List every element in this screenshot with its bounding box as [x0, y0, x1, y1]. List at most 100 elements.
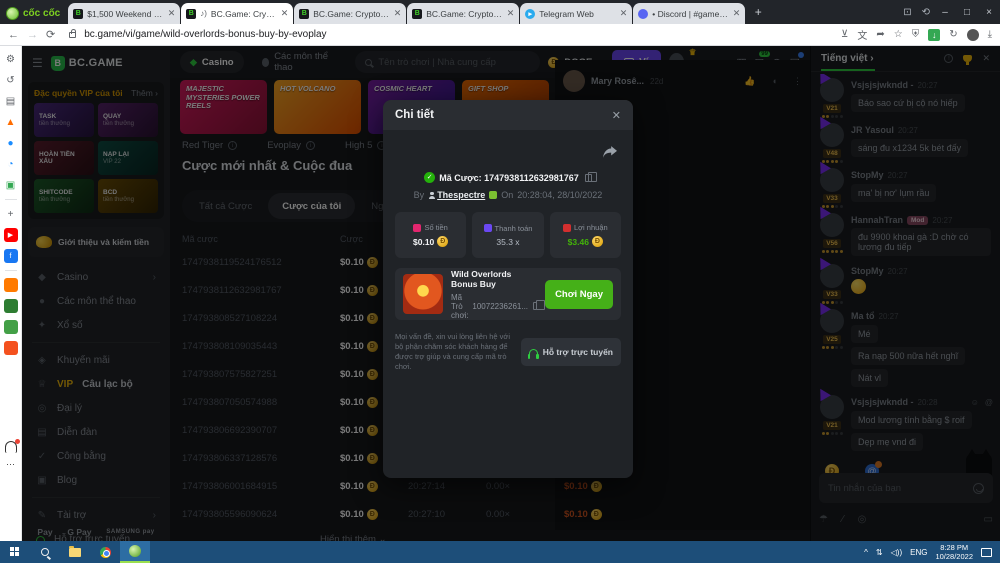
- stat-label-row: Lợi nhuận: [563, 223, 608, 232]
- stat-label: Lợi nhuận: [574, 223, 608, 232]
- bc-favicon: B: [412, 9, 422, 19]
- idm-download-icon[interactable]: ↓: [928, 29, 940, 41]
- coccoc-logo-text: cốc cốc: [23, 8, 60, 19]
- browser-tab[interactable]: BBC.Game: Crypto Casino Gan...✕: [294, 3, 406, 24]
- tab-title: Telegram Web: [539, 9, 615, 19]
- games-icon[interactable]: ▣: [4, 178, 18, 192]
- doge-coin-icon: Ð: [592, 236, 603, 247]
- support-help-text: Mọi vấn đề, xin vui lòng liên hệ với bộ …: [395, 332, 513, 372]
- newsfeed-icon[interactable]: ▤: [4, 94, 18, 108]
- profile-icon[interactable]: [967, 29, 979, 41]
- action-center-icon[interactable]: [981, 548, 992, 557]
- bettor-link[interactable]: Thespectre: [428, 190, 485, 200]
- tab-title: BC.Game: Crypto Casino Gan...: [426, 9, 502, 19]
- webpage-viewport: ☰ B BC.GAME Đặc quyền VIP của tôi Thêm ›…: [22, 46, 1000, 541]
- play-now-button[interactable]: Chơi Ngay: [545, 280, 613, 309]
- modal-header: Chi tiết ✕: [383, 100, 633, 130]
- video-download-icon[interactable]: ⊡: [903, 7, 911, 18]
- taskbar-clock[interactable]: 8:28 PM10/28/2022: [935, 543, 973, 561]
- live-support-button[interactable]: Hỗ trợ trực tuyến: [521, 338, 621, 366]
- stat-số-tiền: Số tiền$0.10 Ð: [395, 212, 466, 258]
- stat-thanh-toán: Thanh toán35.3 x: [472, 212, 543, 258]
- bet-stats: Số tiền$0.10 ÐThanh toán35.3 xLợi nhuận$…: [395, 212, 621, 258]
- tab-title: $1,500 Weekend Evoplay Mu...: [87, 9, 163, 19]
- back-icon[interactable]: ←: [8, 29, 19, 41]
- hot-trends-icon[interactable]: ▲: [4, 115, 18, 129]
- coccoc-logo-icon: [6, 7, 19, 20]
- browser-tab[interactable]: • Discord | #games | BC G... ✕: [633, 3, 745, 24]
- minimize-button[interactable]: –: [934, 7, 956, 18]
- tab-list: B $1,500 Weekend Evoplay Mu... ✕ B ♪) BC.Game…: [68, 0, 746, 24]
- copy-icon[interactable]: [533, 302, 537, 310]
- person-icon: [428, 192, 435, 199]
- translate-icon[interactable]: 文: [857, 27, 867, 42]
- bet-details-modal: Chi tiết ✕ ✓ Mã Cược: 174793811263298176…: [383, 100, 633, 478]
- zalo-icon[interactable]: ◔: [4, 157, 18, 171]
- share-icon[interactable]: ➦: [876, 29, 884, 40]
- coccoc-taskbar-icon[interactable]: [120, 541, 150, 563]
- bet-by-row: By Thespectre On 20:28:04, 28/10/2022: [383, 190, 633, 200]
- save-media-icon[interactable]: ⊻: [841, 29, 848, 40]
- reload-icon[interactable]: ⟳: [46, 28, 55, 41]
- shop-icon[interactable]: [4, 320, 18, 334]
- toolbar-icons: ⊻ 文 ➦ ☆ ⛨ ↓ ↻ ⤓: [841, 27, 992, 42]
- tiki-icon[interactable]: [4, 278, 18, 292]
- close-button[interactable]: ×: [978, 7, 1000, 18]
- tab-close-icon[interactable]: ✕: [733, 8, 741, 19]
- browser-tab[interactable]: B $1,500 Weekend Evoplay Mu... ✕: [68, 3, 180, 24]
- tab-close-icon[interactable]: ✕: [168, 8, 176, 19]
- stat-icon: [413, 224, 421, 232]
- tab-close-icon[interactable]: ✕: [620, 8, 628, 19]
- sync-icon[interactable]: ↻: [949, 29, 957, 40]
- taskbar-search-icon[interactable]: [30, 541, 60, 563]
- tab-title: BC.Game: Crypto Casino: [211, 9, 277, 19]
- browser-tab[interactable]: B♪)BC.Game: Crypto Casino✕: [181, 3, 293, 24]
- bookmark-star-icon[interactable]: ☆: [894, 29, 903, 40]
- game-title: Wild Overlords Bonus Buy: [451, 269, 537, 289]
- maximize-button[interactable]: □: [956, 7, 978, 18]
- browser-extra-controls: ⊡ ⟲: [903, 0, 930, 24]
- tab-close-icon[interactable]: ✕: [507, 8, 515, 19]
- chrome-icon[interactable]: [90, 541, 120, 563]
- facebook-icon[interactable]: f: [4, 249, 18, 263]
- cart-icon[interactable]: [4, 341, 18, 355]
- bet-id-row: ✓ Mã Cược: 1747938112632981767: [383, 172, 633, 183]
- session-restore-icon[interactable]: ⟲: [922, 7, 930, 18]
- settings-icon[interactable]: ⚙: [4, 52, 18, 66]
- language-indicator[interactable]: ENG: [910, 548, 927, 557]
- history-icon[interactable]: ↺: [4, 73, 18, 87]
- more-icon[interactable]: ⋯: [6, 459, 16, 470]
- system-tray: ^ ⇅ ◁)) ENG 8:28 PM10/28/2022: [864, 543, 1000, 561]
- gift-shop-icon[interactable]: [4, 299, 18, 313]
- game-thumbnail[interactable]: [403, 274, 443, 314]
- strip-bottom: ⋯: [0, 441, 22, 563]
- url-text[interactable]: bc.game/vi/game/wild-overlords-bonus-buy…: [84, 29, 326, 40]
- stat-label: Số tiền: [424, 223, 447, 232]
- browser-tab[interactable]: ▸ Telegram Web ✕: [520, 3, 632, 24]
- level-badge-icon: [489, 191, 497, 199]
- downloads-icon[interactable]: ⤓: [988, 29, 992, 40]
- add-shortcut-icon[interactable]: +: [4, 207, 18, 221]
- notification-bell-icon[interactable]: [5, 441, 17, 453]
- tab-title: • Discord | #games | BC G...: [652, 9, 728, 19]
- adblock-shield-icon[interactable]: ⛨: [912, 29, 920, 40]
- browser-tab[interactable]: B BC.Game: Crypto Casino Gan... ✕: [407, 3, 519, 24]
- file-explorer-icon[interactable]: [60, 541, 90, 563]
- new-tab-button[interactable]: +: [750, 5, 766, 21]
- network-icon[interactable]: ⇅: [876, 548, 883, 557]
- tab-audio-icon[interactable]: ♪): [200, 9, 207, 18]
- telegram-favicon: ▸: [525, 9, 535, 19]
- tray-expand-icon[interactable]: ^: [864, 548, 868, 557]
- volume-icon[interactable]: ◁)): [891, 548, 902, 557]
- tab-close-icon[interactable]: ✕: [281, 8, 289, 19]
- bc-favicon: B: [73, 9, 83, 19]
- copy-icon[interactable]: [585, 174, 592, 182]
- messenger-icon[interactable]: ●: [4, 136, 18, 150]
- browser-tab-strip: cốc cốc B $1,500 Weekend Evoplay Mu... ✕ B ♪…: [0, 0, 1000, 24]
- forward-icon[interactable]: →: [27, 29, 38, 41]
- tab-close-icon[interactable]: ✕: [394, 8, 402, 19]
- youtube-icon[interactable]: ▶: [4, 228, 18, 242]
- modal-close-icon[interactable]: ✕: [612, 109, 621, 122]
- share-icon[interactable]: [603, 146, 617, 158]
- stat-value: 35.3 x: [496, 237, 519, 247]
